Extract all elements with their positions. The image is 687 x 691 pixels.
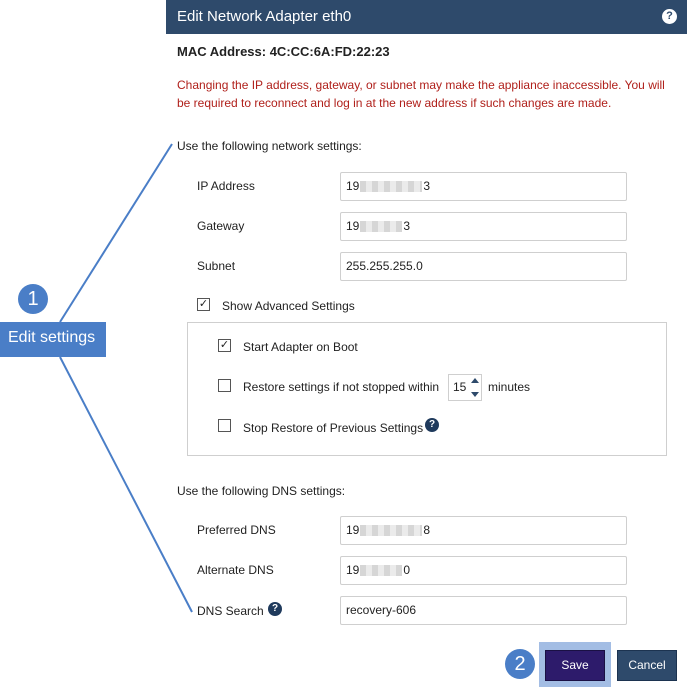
stop-restore-label: Stop Restore of Previous Settings bbox=[243, 421, 424, 435]
mac-address: MAC Address: 4C:CC:6A:FD:22:23 bbox=[177, 44, 390, 59]
preferred-dns-input[interactable]: 19 8 bbox=[340, 516, 627, 545]
gateway-label: Gateway bbox=[197, 219, 245, 233]
redacted-value bbox=[360, 525, 423, 537]
redacted-value bbox=[360, 221, 403, 233]
alternate-dns-value-prefix: 19 bbox=[346, 563, 360, 577]
ip-address-label: IP Address bbox=[197, 179, 255, 193]
start-on-boot-label: Start Adapter on Boot bbox=[243, 340, 358, 354]
warning-message: Changing the IP address, gateway, or sub… bbox=[177, 78, 665, 110]
alternate-dns-value-suffix: 0 bbox=[403, 563, 411, 577]
preferred-dns-value-prefix: 19 bbox=[346, 523, 360, 537]
callout-step-2: 2 bbox=[505, 649, 535, 679]
gateway-value-suffix: 3 bbox=[403, 219, 411, 233]
ip-address-value-suffix: 3 bbox=[423, 179, 431, 193]
restore-minutes-value: 15 bbox=[453, 380, 467, 394]
subnet-input[interactable]: 255.255.255.0 bbox=[340, 252, 627, 281]
stop-restore-checkbox[interactable] bbox=[218, 419, 231, 432]
ip-address-value-prefix: 19 bbox=[346, 179, 360, 193]
preferred-dns-value-suffix: 8 bbox=[423, 523, 431, 537]
dns-section-title: Use the following DNS settings: bbox=[177, 484, 346, 498]
dialog-header: Edit Network Adapter eth0 ? bbox=[166, 0, 687, 34]
question-icon[interactable]: ? bbox=[425, 418, 439, 432]
subnet-label: Subnet bbox=[197, 259, 236, 273]
preferred-dns-label: Preferred DNS bbox=[197, 523, 276, 537]
redacted-value bbox=[360, 181, 423, 193]
spin-up-icon[interactable] bbox=[471, 378, 479, 383]
show-advanced-label: Show Advanced Settings bbox=[222, 299, 355, 313]
question-icon[interactable]: ? bbox=[662, 9, 677, 24]
network-section-title: Use the following network settings: bbox=[177, 139, 362, 153]
cancel-button[interactable]: Cancel bbox=[617, 650, 677, 681]
question-icon[interactable]: ? bbox=[268, 602, 282, 616]
callout-step-1: 1 bbox=[18, 284, 48, 314]
restore-settings-label: Restore settings if not stopped within bbox=[243, 380, 440, 394]
gateway-input[interactable]: 19 3 bbox=[340, 212, 627, 241]
spin-down-icon[interactable] bbox=[471, 392, 479, 397]
restore-minutes-unit: minutes bbox=[488, 380, 531, 394]
alternate-dns-input[interactable]: 19 0 bbox=[340, 556, 627, 585]
gateway-value-prefix: 19 bbox=[346, 219, 360, 233]
dialog-title: Edit Network Adapter eth0 bbox=[177, 8, 352, 25]
redacted-value bbox=[360, 565, 403, 577]
restore-settings-checkbox[interactable] bbox=[218, 379, 231, 392]
start-on-boot-checkbox[interactable]: ✓ bbox=[218, 339, 231, 352]
dns-search-input[interactable]: recovery-606 bbox=[340, 596, 627, 625]
show-advanced-checkbox[interactable]: ✓ bbox=[197, 298, 210, 311]
restore-minutes-stepper[interactable]: 15 bbox=[448, 374, 482, 401]
callout-step-1-label: Edit settings bbox=[0, 322, 106, 357]
save-button[interactable]: Save bbox=[545, 650, 605, 681]
dns-search-label: DNS Search bbox=[197, 604, 264, 618]
ip-address-input[interactable]: 19 3 bbox=[340, 172, 627, 201]
alternate-dns-label: Alternate DNS bbox=[197, 563, 274, 577]
